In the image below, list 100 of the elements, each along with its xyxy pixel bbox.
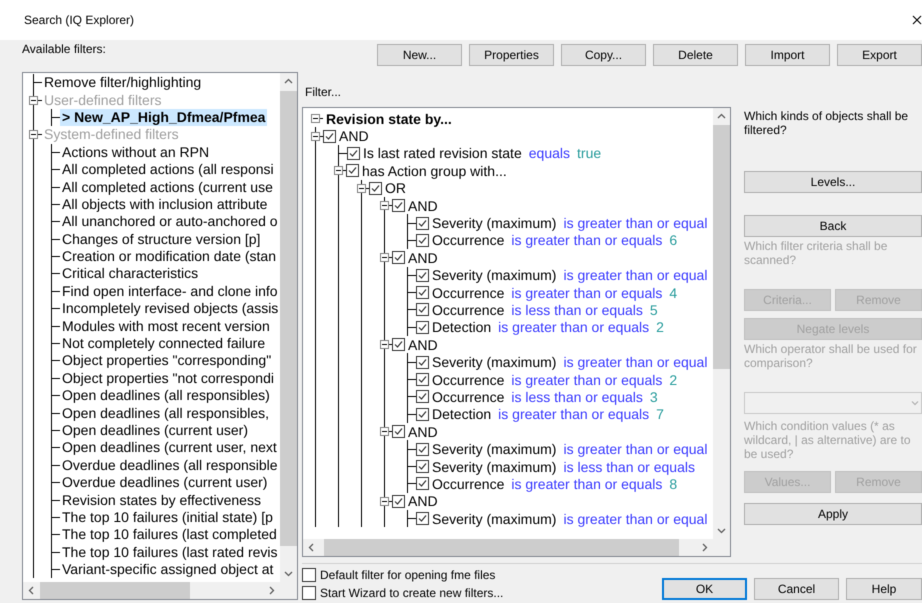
list-item[interactable]: Open deadlines (current user, next [60,439,279,456]
condition-operator[interactable]: is greater than or equals [498,406,650,422]
condition-field[interactable]: Occurrence [432,302,504,318]
checkbox[interactable] [323,130,336,143]
condition-operator[interactable]: is greater than or equals [511,476,662,492]
condition-operator[interactable]: is greater than or equal [563,267,708,284]
toolbar-button[interactable]: Export [837,44,922,66]
list-item[interactable]: Revision states by effectiveness [60,492,263,509]
checkbox[interactable] [392,199,405,212]
list-item[interactable]: All completed actions (all responsi [60,161,276,178]
condition-operator[interactable]: is less than or equals [511,388,643,405]
condition-field[interactable]: Occurrence [432,232,504,248]
group-label[interactable]: AND [339,128,369,144]
checkbox[interactable] [369,182,382,195]
collapse-icon[interactable] [311,114,320,124]
condition-operator[interactable]: is greater than or equal [563,215,708,232]
toolbar-button[interactable]: Import [745,44,830,66]
condition-field[interactable]: Is last rated revision state [363,145,522,162]
checkbox[interactable] [392,425,405,438]
checkbox[interactable] [416,390,429,404]
checkbox[interactable] [392,494,405,508]
checkbox[interactable] [416,477,429,490]
collapse-icon[interactable] [334,166,343,176]
list-item[interactable]: Variant-specific assigned object at [60,561,276,578]
list-item[interactable]: Open deadlines (all responsibles) [60,387,272,404]
collapse-icon[interactable] [380,496,389,506]
checkbox[interactable] [416,356,429,369]
list-item[interactable]: Incompletely revised objects (assis [60,300,280,318]
list-item[interactable]: Open deadlines (current user) [60,422,250,439]
collapse-icon[interactable] [380,427,389,436]
checkbox[interactable] [346,164,359,178]
condition-field[interactable]: Occurrence [432,476,504,492]
checkbox[interactable] [416,286,429,300]
condition-operator[interactable]: is greater than or equal [563,441,708,458]
list-item[interactable]: All unanchored or auto-anchored o [60,213,280,230]
checkbox[interactable] [416,373,429,386]
list-item[interactable]: The top 10 failures (last completed [60,526,279,544]
checkbox[interactable] [416,442,429,456]
horizontal-scrollbar[interactable] [23,582,280,599]
checkbox[interactable] [302,586,316,600]
collapse-icon[interactable] [357,184,366,193]
condition-operator[interactable]: is less than or equals [563,458,695,474]
checkbox[interactable] [416,320,429,334]
group-label[interactable]: AND [408,336,438,353]
collapse-icon[interactable] [311,132,320,141]
condition-operator[interactable]: is greater than or equals [498,319,650,336]
condition-operator[interactable]: is greater than or equal [563,510,708,527]
checkbox[interactable] [347,146,360,160]
dialog-button[interactable]: Help [846,578,922,600]
list-item[interactable]: Object properties "not correspondi [60,370,276,387]
checkbox[interactable] [392,251,405,264]
list-item[interactable]: Remove filter/highlighting [42,74,204,92]
condition-operator[interactable]: is less than or equals [511,302,643,318]
collapse-icon[interactable] [29,130,38,140]
list-item[interactable]: > New_AP_High_Dfmea/Pfmea [60,108,268,126]
vertical-scrollbar[interactable] [280,73,297,582]
condition-operator[interactable]: equals [528,145,570,162]
condition-operator[interactable]: is greater than or equal [563,354,708,370]
condition-field[interactable]: Severity (maximum) [432,510,556,527]
panel-button[interactable]: Apply [744,503,922,525]
list-item[interactable]: Not completely connected failure [60,335,268,352]
checkbox[interactable] [416,408,429,421]
checkbox[interactable] [416,234,429,247]
group-label[interactable]: AND [408,198,438,214]
condition-operator[interactable]: is greater than or equals [511,372,662,388]
list-item[interactable]: Find open interface- and clone info [60,282,280,300]
condition-field[interactable]: Severity (maximum) [432,354,556,370]
panel-button[interactable]: Levels... [744,171,922,193]
collapse-icon[interactable] [380,201,389,210]
collapse-icon[interactable] [29,96,38,105]
list-item[interactable]: Critical characteristics [60,265,200,282]
condition-field[interactable]: Occurrence [432,388,504,405]
list-item[interactable]: The top 10 failures (initial state) [p [60,508,275,526]
dialog-button[interactable]: Cancel [754,578,839,600]
collapse-icon[interactable] [380,253,389,262]
collapse-icon[interactable] [380,340,389,350]
list-item[interactable]: Overdue deadlines (current user) [60,474,270,492]
vertical-scrollbar[interactable] [713,108,730,539]
checkbox[interactable] [416,512,429,526]
toolbar-button[interactable]: Properties [469,44,554,66]
condition-field[interactable]: Occurrence [432,284,504,301]
condition-field[interactable]: Severity (maximum) [432,215,556,232]
panel-button[interactable]: Back [744,215,922,237]
group-label[interactable]: has Action group with... [362,162,507,179]
list-item[interactable]: Creation or modification date (stan [60,248,278,266]
horizontal-scrollbar[interactable] [303,539,713,556]
checkbox[interactable] [416,303,429,316]
condition-operator[interactable]: is greater than or equals [511,284,662,301]
condition-field[interactable]: Detection [432,406,492,422]
list-item[interactable]: Open deadlines (all responsibles, [60,404,272,422]
group-label[interactable]: OR [385,180,406,196]
list-item[interactable]: The top 10 failures (last rated revis [60,544,280,561]
list-item[interactable]: All objects with inclusion attribute [60,196,270,213]
list-item[interactable]: Object properties "corresponding" [60,352,274,370]
checkbox[interactable] [416,216,429,230]
condition-field[interactable]: Detection [432,319,492,336]
toolbar-button[interactable]: New... [377,44,462,66]
group-label[interactable]: AND [408,493,438,510]
group-label[interactable]: AND [408,424,438,440]
list-item[interactable]: All completed actions (current use [60,178,275,196]
